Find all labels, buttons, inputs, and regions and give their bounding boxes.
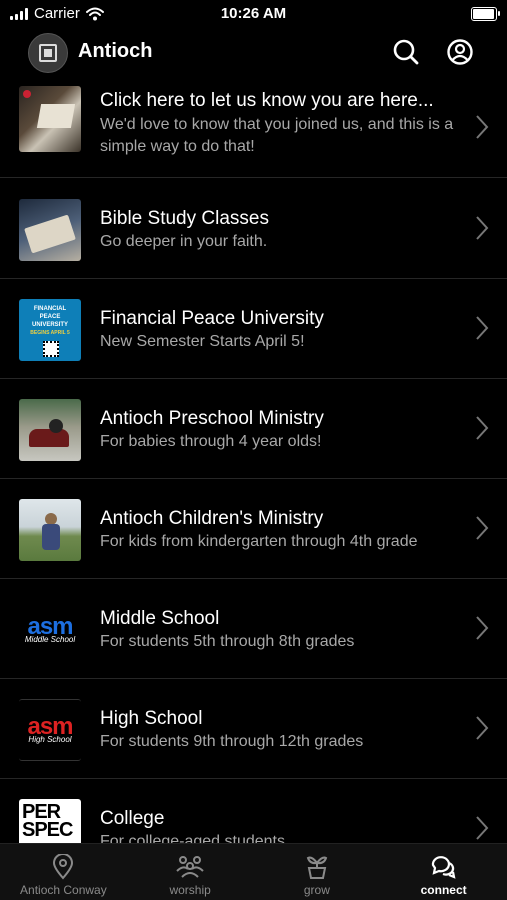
connect-list: Click here to let us know you are here..… <box>0 86 507 844</box>
item-title: College <box>100 808 165 829</box>
item-thumbnail <box>19 199 81 261</box>
item-subtitle: For students 9th through 12th grades <box>100 733 364 750</box>
item-title: Antioch Preschool Ministry <box>100 408 324 429</box>
tab-label: connect <box>420 883 467 897</box>
item-title: Middle School <box>100 608 220 629</box>
child-head-icon <box>49 419 63 433</box>
people-icon <box>176 856 204 878</box>
location-pin-icon <box>53 854 74 880</box>
item-thumbnail <box>19 399 81 461</box>
item-thumbnail: FINANCIAL PEACE UNIVERSITY BEGINS APRIL … <box>19 299 81 361</box>
thumb-text: FINANCIAL <box>33 306 67 312</box>
chevron-right-icon <box>476 816 489 840</box>
chevron-right-icon <box>476 316 489 340</box>
tab-bar: Antioch Conway worship grow connect <box>0 843 507 900</box>
sprout-icon <box>306 856 328 879</box>
thumb-text: PEACE <box>39 314 61 320</box>
chevron-right-icon <box>476 416 489 440</box>
app-header: Antioch <box>0 30 507 86</box>
list-item[interactable]: asm High School High School For students… <box>0 679 507 779</box>
thumb-text: SPEC <box>22 819 73 841</box>
battery-icon <box>471 7 500 21</box>
item-thumbnail: asm Middle School <box>19 599 81 661</box>
list-item[interactable]: asm Middle School Middle School For stud… <box>0 579 507 679</box>
item-thumbnail: PER SPEC <box>19 799 81 844</box>
item-title: Financial Peace University <box>100 308 324 329</box>
list-item[interactable]: Click here to let us know you are here..… <box>0 86 507 178</box>
list-item[interactable]: Bible Study Classes Go deeper in your fa… <box>0 179 507 279</box>
list-item[interactable]: PER SPEC College For college-aged studen… <box>0 779 507 844</box>
item-subtitle: For babies through 4 year olds! <box>100 433 322 450</box>
item-subtitle: For students 5th through 8th grades <box>100 633 355 650</box>
profile-icon[interactable] <box>446 38 474 66</box>
item-subtitle: Go deeper in your faith. <box>100 233 268 250</box>
item-title: Antioch Children's Ministry <box>100 508 324 529</box>
item-subtitle: New Semester Starts April 5! <box>100 333 305 350</box>
search-icon[interactable] <box>392 38 420 66</box>
chevron-right-icon <box>476 216 489 240</box>
thumb-text: High School <box>28 735 72 744</box>
open-book-icon <box>36 104 76 128</box>
item-title: Bible Study Classes <box>100 208 269 229</box>
tab-antioch-conway[interactable]: Antioch Conway <box>0 844 127 900</box>
chevron-right-icon <box>476 115 489 139</box>
chevron-right-icon <box>476 516 489 540</box>
chat-bubbles-icon <box>431 856 456 879</box>
thumb-text: UNIVERSITY <box>31 322 68 328</box>
tab-label: grow <box>303 883 330 897</box>
item-thumbnail <box>19 86 81 152</box>
battery-level <box>473 9 494 19</box>
app-logo[interactable] <box>28 33 68 73</box>
item-title: High School <box>100 708 203 729</box>
cup-icon <box>23 90 31 98</box>
list-item[interactable]: Antioch Preschool Ministry For babies th… <box>0 379 507 479</box>
tab-worship[interactable]: worship <box>127 844 254 900</box>
item-subtitle: For kids from kindergarten through 4th g… <box>100 533 418 550</box>
child-figure-icon <box>42 524 60 550</box>
item-title: Click here to let us know you are here..… <box>100 90 434 111</box>
item-subtitle: We'd love to know that you joined us, an… <box>100 116 454 155</box>
thumb-text: Middle School <box>24 635 76 644</box>
status-time: 10:26 AM <box>220 5 287 22</box>
logo-mark-icon <box>39 44 57 62</box>
thumb-text: BEGINS APRIL 5 <box>30 330 70 336</box>
bible-icon <box>24 214 76 254</box>
item-thumbnail: asm High School <box>19 699 81 761</box>
tab-grow[interactable]: grow <box>254 844 381 900</box>
tab-label: worship <box>169 883 211 897</box>
list-item[interactable]: FINANCIAL PEACE UNIVERSITY BEGINS APRIL … <box>0 279 507 379</box>
tab-label: Antioch Conway <box>20 883 107 897</box>
chevron-right-icon <box>476 616 489 640</box>
status-bar: Carrier 10:26 AM <box>0 0 507 30</box>
chevron-right-icon <box>476 716 489 740</box>
item-thumbnail <box>19 499 81 561</box>
qr-code-icon <box>43 341 59 357</box>
list-item[interactable]: Antioch Children's Ministry For kids fro… <box>0 479 507 579</box>
child-figure-icon <box>29 429 69 447</box>
page-title: Antioch <box>78 40 153 62</box>
tab-connect[interactable]: connect <box>380 844 507 900</box>
